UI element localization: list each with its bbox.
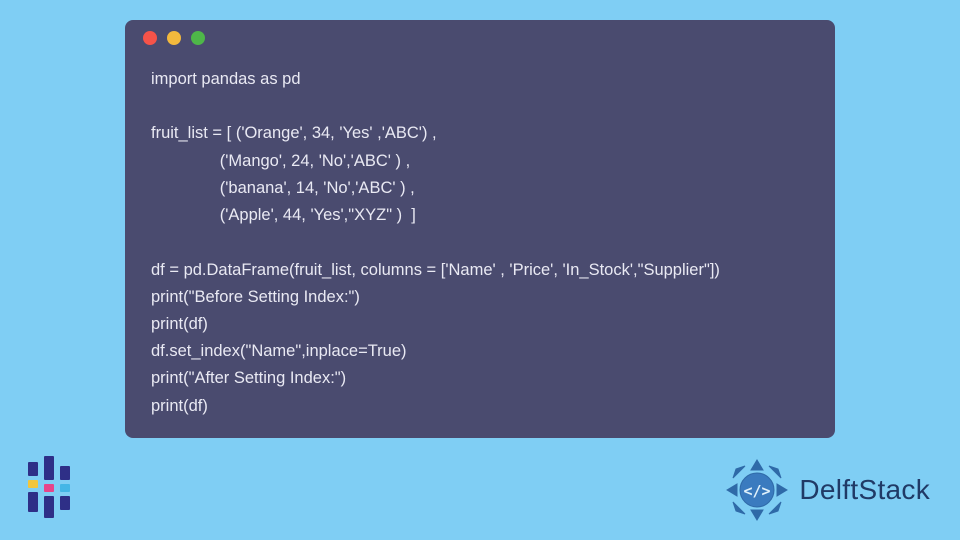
close-icon (143, 31, 157, 45)
code-body: import pandas as pd fruit_list = [ ('Ora… (125, 56, 835, 420)
svg-text:</>: </> (744, 482, 771, 500)
brand-name: DelftStack (799, 474, 930, 506)
maximize-icon (191, 31, 205, 45)
window-titlebar (125, 20, 835, 56)
brand-block: </> DelftStack (725, 458, 930, 522)
minimize-icon (167, 31, 181, 45)
brand-badge-icon: </> (725, 458, 789, 522)
code-window: import pandas as pd fruit_list = [ ('Ora… (125, 20, 835, 438)
publisher-logo-icon (28, 456, 84, 518)
